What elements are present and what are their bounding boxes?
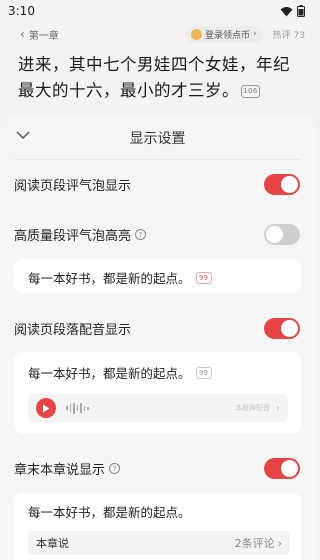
chapter-toggle-row: 章末本章说显示 ? (14, 458, 300, 479)
chapter-comment-count: 2条评论 (234, 537, 275, 550)
chapter-comments-row[interactable]: 本章说 2条评论 › (28, 531, 290, 555)
highlight-toggle-row: 高质量段评气泡高亮 ? (14, 224, 300, 245)
preview-line: 每一本好书，都是新的起点。 (28, 502, 191, 521)
toggle-knob (281, 460, 298, 477)
back-chevron-icon[interactable]: ‹ (20, 27, 25, 41)
preview-text: 每一本好书，都是新的起点。 (28, 366, 191, 381)
bubble-toggle-label: 阅读页段评气泡显示 (14, 179, 132, 194)
chevron-down-icon[interactable] (16, 128, 30, 142)
play-icon (43, 404, 50, 412)
preview-text: 每一本好书，都是新的起点。 (28, 505, 191, 520)
reader-top-bar: ‹ 第一章 登录领点币 › 热评 73 (0, 24, 315, 44)
help-icon[interactable]: ? (135, 229, 147, 240)
preview-text: 每一本好书，都是新的起点。 (28, 271, 191, 286)
chapter-toggle[interactable] (264, 458, 300, 479)
preview-line: 每一本好书，都是新的起点。 99 (28, 268, 212, 287)
battery-icon (297, 5, 305, 17)
dubbing-toggle-row: 阅读页段落配音显示 (14, 318, 300, 339)
help-icon[interactable]: ? (109, 463, 121, 474)
chapter-comments-label: 本章说 (36, 537, 69, 550)
bubble-toggle[interactable] (264, 174, 300, 195)
dubbing-toggle[interactable] (264, 318, 300, 339)
dubbing-preview-card: 每一本好书，都是新的起点。 99 本段神配音 › (14, 352, 301, 434)
comment-bubble: 99 (195, 366, 212, 379)
highlight-toggle[interactable] (264, 224, 300, 245)
highlight-label-wrap: 高质量段评气泡高亮 ? (14, 225, 147, 244)
dubbing-toggle-label: 阅读页段落配音显示 (14, 323, 132, 338)
chevron-right-icon: › (277, 536, 282, 550)
sheet-title: 显示设置 (129, 130, 186, 147)
display-settings-sheet: 显示设置 阅读页段评气泡显示 高质量段评气泡高亮 ? 每一本好书，都是新的起点。… (0, 116, 315, 560)
chapter-toggle-label: 章末本章说显示 (14, 463, 106, 478)
chapter-label-wrap: 章末本章说显示 ? (14, 459, 121, 478)
preview-line: 每一本好书，都是新的起点。 99 (28, 363, 212, 382)
toggle-knob (281, 320, 298, 337)
toggle-knob (281, 176, 298, 193)
reader-paragraph: 进来，其中七个男娃四个女娃，年纪最大的十六，最小的才三岁。 106 (18, 52, 303, 104)
status-icons (280, 5, 305, 17)
audio-label: 本段神配音 (235, 404, 270, 412)
comment-bubble: 99 (195, 271, 212, 284)
bubble-preview-card: 每一本好书，都是新的起点。 99 (14, 259, 301, 293)
chevron-right-icon: › (276, 402, 280, 414)
coin-icon (191, 28, 203, 40)
chapter-title[interactable]: 第一章 (29, 27, 59, 42)
toggle-knob (266, 226, 283, 243)
hot-comments[interactable]: 热评 73 (273, 28, 305, 41)
login-coin-button[interactable]: 登录领点币 › (185, 25, 263, 43)
audio-player[interactable]: 本段神配音 › (28, 394, 288, 422)
paragraph-comment-count[interactable]: 106 (241, 85, 260, 98)
status-time: 3:10 (8, 4, 35, 18)
waveform-icon (66, 402, 89, 414)
highlight-toggle-label: 高质量段评气泡高亮 (14, 229, 132, 244)
play-button[interactable] (36, 398, 56, 418)
coin-pill-label: 登录领点币 (205, 30, 251, 41)
status-bar: 3:10 (0, 0, 315, 22)
wifi-icon (280, 6, 293, 16)
chevron-right-icon: › (253, 29, 257, 39)
chapter-preview-card: 每一本好书，都是新的起点。 本章说 2条评论 › (14, 493, 301, 560)
sheet-header: 显示设置 (14, 116, 301, 160)
bubble-toggle-row: 阅读页段评气泡显示 (14, 174, 300, 195)
